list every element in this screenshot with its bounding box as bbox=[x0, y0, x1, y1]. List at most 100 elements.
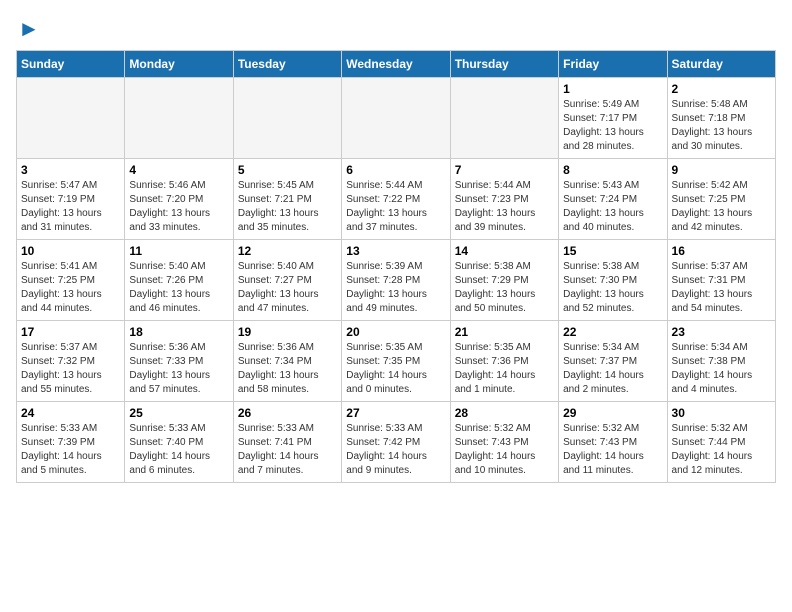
day-cell: 26 Sunrise: 5:33 AM Sunset: 7:41 PM Dayli… bbox=[233, 402, 341, 483]
day-info: Sunrise: 5:39 AM Sunset: 7:28 PM Dayligh… bbox=[346, 260, 445, 316]
day-cell: 25 Sunrise: 5:33 AM Sunset: 7:40 PM Dayli… bbox=[125, 402, 233, 483]
day-number: 3 bbox=[21, 163, 120, 177]
day-number: 9 bbox=[672, 163, 771, 177]
day-cell: 2 Sunrise: 5:48 AM Sunset: 7:18 PM Daylig… bbox=[667, 78, 775, 159]
day-cell: 6Sunrise: 5:44 AM Sunset: 7:22 PM Daylig… bbox=[342, 159, 450, 240]
header: ► bbox=[16, 16, 776, 42]
day-info: Sunrise: 5:35 AM Sunset: 7:36 PM Dayligh… bbox=[455, 341, 554, 397]
day-cell: 13 Sunrise: 5:39 AM Sunset: 7:28 PM Dayli… bbox=[342, 240, 450, 321]
day-number: 15 bbox=[563, 244, 662, 258]
day-number: 26 bbox=[238, 406, 337, 420]
day-info: Sunrise: 5:40 AM Sunset: 7:26 PM Dayligh… bbox=[129, 260, 228, 316]
day-info: Sunrise: 5:49 AM Sunset: 7:17 PM Dayligh… bbox=[563, 98, 662, 154]
day-info: Sunrise: 5:45 AM Sunset: 7:21 PM Dayligh… bbox=[238, 179, 337, 235]
day-info: Sunrise: 5:42 AM Sunset: 7:25 PM Dayligh… bbox=[672, 179, 771, 235]
day-cell: 4 Sunrise: 5:46 AM Sunset: 7:20 PM Daylig… bbox=[125, 159, 233, 240]
header-cell-tuesday: Tuesday bbox=[233, 51, 341, 78]
day-info: Sunrise: 5:41 AM Sunset: 7:25 PM Dayligh… bbox=[21, 260, 120, 316]
day-number: 11 bbox=[129, 244, 228, 258]
day-cell: 9 Sunrise: 5:42 AM Sunset: 7:25 PM Daylig… bbox=[667, 159, 775, 240]
header-cell-monday: Monday bbox=[125, 51, 233, 78]
week-row-2: 3 Sunrise: 5:47 AM Sunset: 7:19 PM Daylig… bbox=[17, 159, 776, 240]
day-cell bbox=[450, 78, 558, 159]
week-row-3: 10 Sunrise: 5:41 AM Sunset: 7:25 PM Dayli… bbox=[17, 240, 776, 321]
day-number: 8 bbox=[563, 163, 662, 177]
day-cell bbox=[342, 78, 450, 159]
day-cell: 5Sunrise: 5:45 AM Sunset: 7:21 PM Daylig… bbox=[233, 159, 341, 240]
day-info: Sunrise: 5:32 AM Sunset: 7:43 PM Dayligh… bbox=[455, 422, 554, 478]
day-number: 6 bbox=[346, 163, 445, 177]
day-info: Sunrise: 5:47 AM Sunset: 7:19 PM Dayligh… bbox=[21, 179, 120, 235]
day-info: Sunrise: 5:38 AM Sunset: 7:30 PM Dayligh… bbox=[563, 260, 662, 316]
day-number: 16 bbox=[672, 244, 771, 258]
day-info: Sunrise: 5:44 AM Sunset: 7:23 PM Dayligh… bbox=[455, 179, 554, 235]
day-number: 27 bbox=[346, 406, 445, 420]
day-cell: 17 Sunrise: 5:37 AM Sunset: 7:32 PM Dayli… bbox=[17, 321, 125, 402]
day-cell: 20Sunrise: 5:35 AM Sunset: 7:35 PM Dayli… bbox=[342, 321, 450, 402]
day-info: Sunrise: 5:32 AM Sunset: 7:44 PM Dayligh… bbox=[672, 422, 771, 478]
day-number: 1 bbox=[563, 82, 662, 96]
header-cell-friday: Friday bbox=[559, 51, 667, 78]
day-number: 22 bbox=[563, 325, 662, 339]
header-cell-sunday: Sunday bbox=[17, 51, 125, 78]
header-cell-wednesday: Wednesday bbox=[342, 51, 450, 78]
day-info: Sunrise: 5:46 AM Sunset: 7:20 PM Dayligh… bbox=[129, 179, 228, 235]
day-cell: 22 Sunrise: 5:34 AM Sunset: 7:37 PM Dayli… bbox=[559, 321, 667, 402]
day-cell: 21 Sunrise: 5:35 AM Sunset: 7:36 PM Dayli… bbox=[450, 321, 558, 402]
day-cell: 27 Sunrise: 5:33 AM Sunset: 7:42 PM Dayli… bbox=[342, 402, 450, 483]
week-row-5: 24Sunrise: 5:33 AM Sunset: 7:39 PM Dayli… bbox=[17, 402, 776, 483]
day-number: 17 bbox=[21, 325, 120, 339]
day-number: 24 bbox=[21, 406, 120, 420]
day-cell: 1 Sunrise: 5:49 AM Sunset: 7:17 PM Daylig… bbox=[559, 78, 667, 159]
day-cell: 15 Sunrise: 5:38 AM Sunset: 7:30 PM Dayli… bbox=[559, 240, 667, 321]
week-row-4: 17 Sunrise: 5:37 AM Sunset: 7:32 PM Dayli… bbox=[17, 321, 776, 402]
header-cell-saturday: Saturday bbox=[667, 51, 775, 78]
day-info: Sunrise: 5:33 AM Sunset: 7:41 PM Dayligh… bbox=[238, 422, 337, 478]
day-cell: 23 Sunrise: 5:34 AM Sunset: 7:38 PM Dayli… bbox=[667, 321, 775, 402]
day-info: Sunrise: 5:43 AM Sunset: 7:24 PM Dayligh… bbox=[563, 179, 662, 235]
day-number: 10 bbox=[21, 244, 120, 258]
day-number: 2 bbox=[672, 82, 771, 96]
day-number: 23 bbox=[672, 325, 771, 339]
day-info: Sunrise: 5:34 AM Sunset: 7:37 PM Dayligh… bbox=[563, 341, 662, 397]
day-number: 7 bbox=[455, 163, 554, 177]
day-number: 25 bbox=[129, 406, 228, 420]
day-cell: 19Sunrise: 5:36 AM Sunset: 7:34 PM Dayli… bbox=[233, 321, 341, 402]
day-number: 4 bbox=[129, 163, 228, 177]
day-info: Sunrise: 5:36 AM Sunset: 7:34 PM Dayligh… bbox=[238, 341, 337, 397]
day-cell: 18Sunrise: 5:36 AM Sunset: 7:33 PM Dayli… bbox=[125, 321, 233, 402]
day-cell: 24Sunrise: 5:33 AM Sunset: 7:39 PM Dayli… bbox=[17, 402, 125, 483]
day-info: Sunrise: 5:35 AM Sunset: 7:35 PM Dayligh… bbox=[346, 341, 445, 397]
day-number: 29 bbox=[563, 406, 662, 420]
day-cell: 14 Sunrise: 5:38 AM Sunset: 7:29 PM Dayli… bbox=[450, 240, 558, 321]
day-info: Sunrise: 5:34 AM Sunset: 7:38 PM Dayligh… bbox=[672, 341, 771, 397]
day-number: 21 bbox=[455, 325, 554, 339]
day-cell: 8 Sunrise: 5:43 AM Sunset: 7:24 PM Daylig… bbox=[559, 159, 667, 240]
day-number: 28 bbox=[455, 406, 554, 420]
day-info: Sunrise: 5:32 AM Sunset: 7:43 PM Dayligh… bbox=[563, 422, 662, 478]
day-info: Sunrise: 5:38 AM Sunset: 7:29 PM Dayligh… bbox=[455, 260, 554, 316]
day-cell bbox=[17, 78, 125, 159]
day-cell: 28 Sunrise: 5:32 AM Sunset: 7:43 PM Dayli… bbox=[450, 402, 558, 483]
day-info: Sunrise: 5:37 AM Sunset: 7:32 PM Dayligh… bbox=[21, 341, 120, 397]
logo-arrow: ► bbox=[18, 16, 40, 42]
day-info: Sunrise: 5:33 AM Sunset: 7:42 PM Dayligh… bbox=[346, 422, 445, 478]
day-number: 13 bbox=[346, 244, 445, 258]
day-cell: 30Sunrise: 5:32 AM Sunset: 7:44 PM Dayli… bbox=[667, 402, 775, 483]
header-row: SundayMondayTuesdayWednesdayThursdayFrid… bbox=[17, 51, 776, 78]
day-cell: 7 Sunrise: 5:44 AM Sunset: 7:23 PM Daylig… bbox=[450, 159, 558, 240]
calendar-table: SundayMondayTuesdayWednesdayThursdayFrid… bbox=[16, 50, 776, 483]
logo: ► bbox=[16, 16, 40, 42]
day-number: 14 bbox=[455, 244, 554, 258]
day-info: Sunrise: 5:36 AM Sunset: 7:33 PM Dayligh… bbox=[129, 341, 228, 397]
day-cell: 11 Sunrise: 5:40 AM Sunset: 7:26 PM Dayli… bbox=[125, 240, 233, 321]
day-cell: 3 Sunrise: 5:47 AM Sunset: 7:19 PM Daylig… bbox=[17, 159, 125, 240]
day-cell: 16Sunrise: 5:37 AM Sunset: 7:31 PM Dayli… bbox=[667, 240, 775, 321]
day-cell: 12Sunrise: 5:40 AM Sunset: 7:27 PM Dayli… bbox=[233, 240, 341, 321]
day-cell: 10 Sunrise: 5:41 AM Sunset: 7:25 PM Dayli… bbox=[17, 240, 125, 321]
day-cell bbox=[233, 78, 341, 159]
day-cell bbox=[125, 78, 233, 159]
day-info: Sunrise: 5:33 AM Sunset: 7:40 PM Dayligh… bbox=[129, 422, 228, 478]
day-info: Sunrise: 5:40 AM Sunset: 7:27 PM Dayligh… bbox=[238, 260, 337, 316]
day-info: Sunrise: 5:48 AM Sunset: 7:18 PM Dayligh… bbox=[672, 98, 771, 154]
